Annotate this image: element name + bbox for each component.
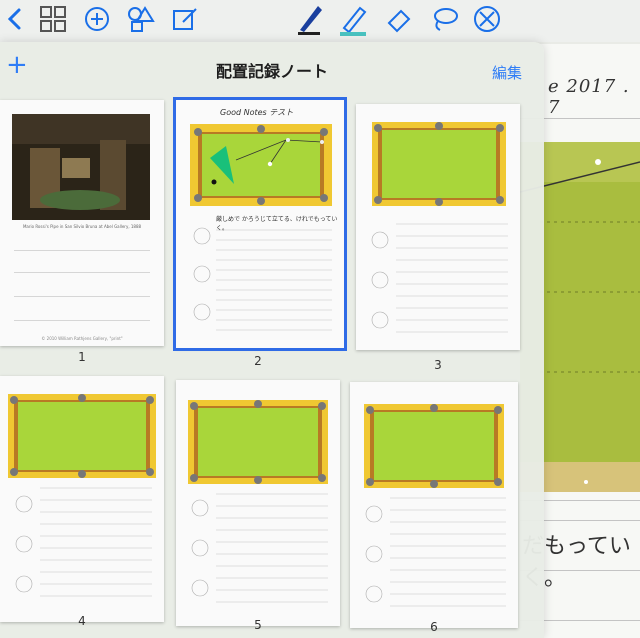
page-number-3: 3 bbox=[434, 358, 442, 372]
page-thumbnail-2[interactable]: Good Notes テスト 厳しめで かろうじて立てる、けれでもっていく。 bbox=[173, 97, 347, 351]
page-note-text: 厳しめで かろうじて立てる、けれでもっていく。 bbox=[216, 216, 338, 232]
page-number-2: 2 bbox=[254, 354, 262, 368]
page-number-6: 6 bbox=[430, 620, 438, 634]
top-toolbar bbox=[0, 0, 640, 42]
add-circle-icon[interactable] bbox=[82, 4, 112, 34]
page-number-4: 4 bbox=[78, 614, 86, 628]
page-number-1: 1 bbox=[78, 350, 86, 364]
popover-header: + 配置記録ノート 編集 bbox=[0, 42, 544, 92]
background-date-text: e 2017 . 7 bbox=[548, 76, 630, 118]
page-thumbnail-3[interactable] bbox=[356, 104, 520, 350]
notebook-title: 配置記録ノート bbox=[215, 62, 328, 81]
photo-caption: Mario Rossi's Pipe in San Silvio Bruna a… bbox=[22, 224, 142, 229]
page-thumbnail-4[interactable] bbox=[0, 376, 164, 622]
back-chevron-icon[interactable] bbox=[0, 4, 30, 34]
page-footer: © 2010 William Rathjens Gallery, "print" bbox=[41, 336, 123, 341]
edit-button[interactable]: 編集 bbox=[492, 62, 522, 83]
highlighter-icon[interactable] bbox=[338, 4, 368, 36]
pen-icon[interactable] bbox=[294, 4, 324, 35]
page-thumbnail-6[interactable] bbox=[350, 382, 518, 628]
page-overview-popover: + 配置記録ノート 編集 Mario Rossi's Pipe in San S… bbox=[0, 42, 544, 638]
grid-icon[interactable] bbox=[38, 4, 68, 34]
page-number-5: 5 bbox=[254, 618, 262, 632]
page-thumbnail-1[interactable]: Mario Rossi's Pipe in San Silvio Bruna a… bbox=[0, 100, 164, 346]
shapes-icon[interactable] bbox=[126, 4, 156, 34]
close-circle-icon[interactable] bbox=[472, 4, 502, 34]
eraser-icon[interactable] bbox=[384, 4, 414, 34]
lasso-icon[interactable] bbox=[430, 4, 460, 34]
edit-icon[interactable] bbox=[170, 4, 200, 34]
page-thumbnail-5[interactable] bbox=[176, 380, 340, 626]
